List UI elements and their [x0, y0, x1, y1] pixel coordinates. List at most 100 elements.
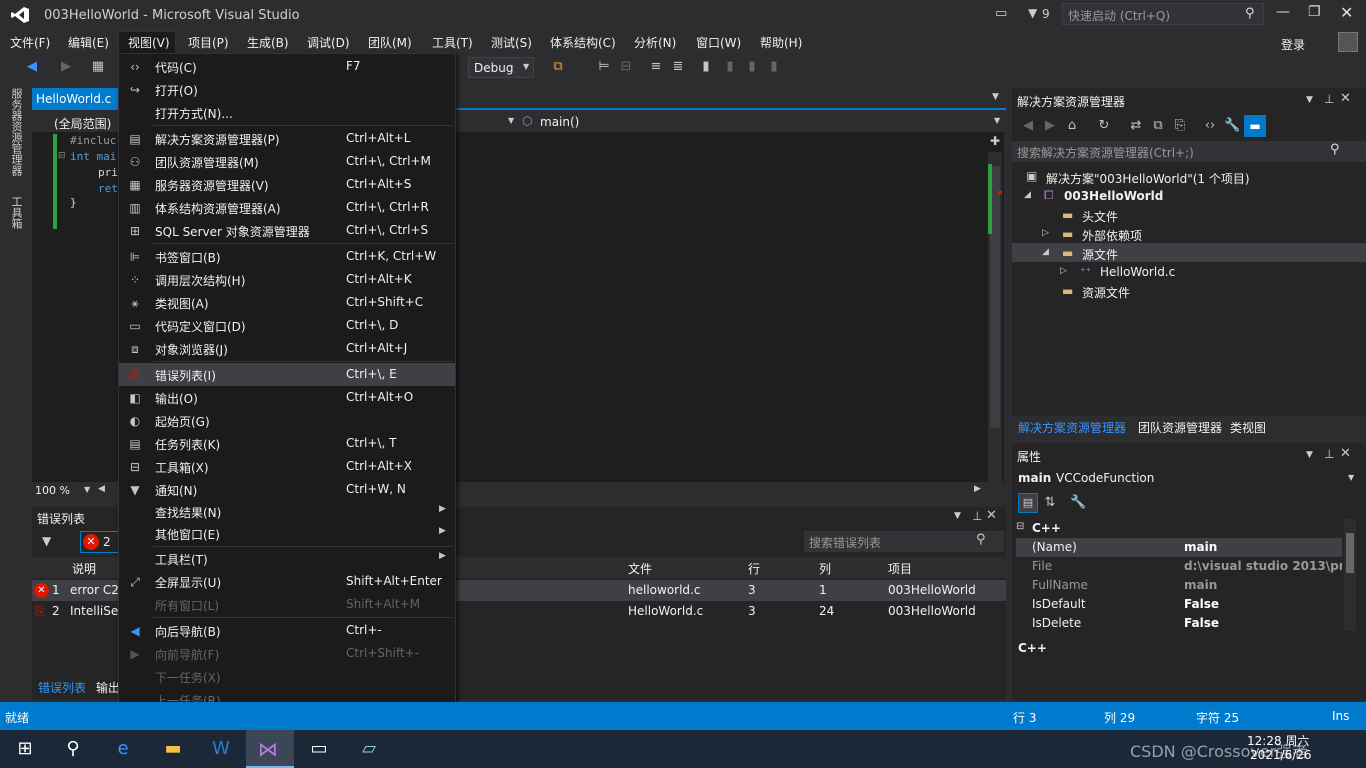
- close-panel-icon[interactable]: ✕: [1340, 91, 1351, 106]
- menu-item-open[interactable]: ↪ 打开(O): [119, 78, 455, 101]
- menu-item-sql-server[interactable]: ⊞ SQL Server 对象资源管理器 Ctrl+\, Ctrl+S: [119, 219, 455, 242]
- hscroll-right-icon[interactable]: ▶: [974, 484, 981, 494]
- forward-icon[interactable]: ▶: [1042, 118, 1058, 134]
- sync-icon[interactable]: ↻: [1096, 118, 1112, 134]
- tab-class-view[interactable]: 类视图: [1230, 419, 1266, 436]
- menu-item-notifications[interactable]: ▼ 通知(N) Ctrl+W, N: [119, 478, 455, 501]
- menu-debug[interactable]: 调试(D): [307, 34, 350, 51]
- menu-item-navigate-forward[interactable]: ▶ 向前导航(F) Ctrl+Shift+-: [119, 642, 455, 665]
- account-avatar-icon[interactable]: [1338, 32, 1358, 52]
- config-dropdown[interactable]: Debug ▼: [468, 57, 534, 78]
- menu-item-architecture-explorer[interactable]: ▥ 体系结构资源管理器(A) Ctrl+\, Ctrl+R: [119, 196, 455, 219]
- property-row[interactable]: IsDelete False: [1016, 614, 1342, 633]
- close-panel-icon[interactable]: ✕: [1340, 446, 1351, 461]
- tab-helloworld-c[interactable]: HelloWorld.c: [32, 88, 122, 110]
- clear-bookmarks-icon[interactable]: ▮: [766, 59, 782, 75]
- back-nav-icon[interactable]: ◀: [24, 59, 40, 75]
- find-in-files-icon[interactable]: ⧉: [550, 59, 566, 75]
- panel-menu-icon[interactable]: ▼: [954, 511, 961, 521]
- tree-item-resources[interactable]: 资源文件: [1082, 284, 1130, 301]
- editor-vscrollbar[interactable]: [988, 152, 1002, 482]
- notepad-icon[interactable]: ▱: [354, 734, 384, 764]
- bookmark-icon[interactable]: ▮: [698, 59, 714, 75]
- editor-split-icon[interactable]: ✚: [990, 134, 1000, 148]
- menu-item-error-list[interactable]: ⎘ 错误列表(I) Ctrl+\, E: [119, 363, 455, 386]
- terminal-icon[interactable]: ▭: [304, 734, 334, 764]
- file-explorer-icon[interactable]: ▬: [158, 734, 188, 764]
- menu-item-toolbox[interactable]: ⊟ 工具箱(X) Ctrl+Alt+X: [119, 455, 455, 478]
- server-explorer-tab[interactable]: 服务器资源管理器: [8, 88, 24, 176]
- quick-launch-input[interactable]: 快速启动 (Ctrl+Q) ⚲: [1062, 3, 1264, 25]
- alphabetical-icon[interactable]: ⇅: [1042, 495, 1058, 511]
- expand-arrow-icon[interactable]: ◢: [1024, 190, 1031, 200]
- minimize-button[interactable]: —: [1276, 4, 1290, 20]
- menu-item-object-browser[interactable]: ⧈ 对象浏览器(J) Ctrl+Alt+J: [119, 337, 455, 360]
- hscroll-left-icon[interactable]: ◀: [98, 484, 105, 494]
- step-into-icon[interactable]: ⊨: [596, 59, 612, 75]
- menu-file[interactable]: 文件(F): [10, 34, 50, 51]
- next-bookmark-icon[interactable]: ▮: [744, 59, 760, 75]
- step-over-icon[interactable]: ⊟: [618, 59, 634, 75]
- menu-item-other-windows[interactable]: 其他窗口(E) ▶: [119, 522, 455, 545]
- function-dropdown[interactable]: main(): [540, 115, 579, 129]
- expand-arrow-icon[interactable]: ▷: [1060, 266, 1067, 276]
- error-filter-button[interactable]: ✕ 2: [80, 531, 122, 553]
- menu-item-bookmark-window[interactable]: ⊫ 书签窗口(B) Ctrl+K, Ctrl+W: [119, 245, 455, 268]
- menu-item-solution-explorer[interactable]: ▤ 解决方案资源管理器(P) Ctrl+Alt+L: [119, 127, 455, 150]
- property-row[interactable]: File d:\visual studio 2013\proj: [1016, 557, 1342, 576]
- tab-solution-explorer[interactable]: 解决方案资源管理器: [1018, 419, 1126, 436]
- header-line[interactable]: 行: [748, 560, 760, 577]
- search-icon[interactable]: ⚲: [58, 734, 88, 764]
- pin-icon[interactable]: ⊥: [1324, 447, 1334, 461]
- object-selector[interactable]: main VCCodeFunction ▼: [1012, 468, 1366, 488]
- menu-item-class-view[interactable]: ⚹ 类视图(A) Ctrl+Shift+C: [119, 291, 455, 314]
- menu-architecture[interactable]: 体系结构(C): [550, 34, 616, 51]
- solution-search-input[interactable]: 搜索解决方案资源管理器(Ctrl+;) ⚲: [1012, 141, 1366, 162]
- pin-icon[interactable]: ⊥: [972, 509, 982, 523]
- properties-icon[interactable]: 🔧: [1224, 118, 1240, 134]
- back-icon[interactable]: ◀: [1020, 118, 1036, 134]
- tree-item-external[interactable]: 外部依赖项: [1082, 227, 1142, 244]
- forward-nav-icon[interactable]: ▶: [58, 59, 74, 75]
- property-row[interactable]: FullName main: [1016, 576, 1342, 595]
- scroll-thumb[interactable]: [1346, 533, 1354, 573]
- expand-arrow-icon[interactable]: ▷: [1042, 228, 1049, 238]
- menu-analyze[interactable]: 分析(N): [634, 34, 676, 51]
- tree-item-project[interactable]: 003HelloWorld: [1064, 189, 1163, 203]
- header-desc[interactable]: 说明: [72, 560, 96, 577]
- refresh-icon[interactable]: ⇄: [1128, 118, 1144, 134]
- home-icon[interactable]: ⌂: [1064, 118, 1080, 134]
- menu-item-find-results[interactable]: 查找结果(N) ▶: [119, 500, 455, 523]
- notification-flag-icon[interactable]: ▼: [1028, 6, 1037, 20]
- tab-team-explorer[interactable]: 团队资源管理器: [1138, 419, 1222, 436]
- maximize-button[interactable]: ❐: [1308, 4, 1321, 20]
- menu-item-all-windows[interactable]: 所有窗口(L) Shift+Alt+M: [119, 593, 455, 616]
- tree-item-headers[interactable]: 头文件: [1082, 208, 1118, 225]
- menu-window[interactable]: 窗口(W): [696, 34, 741, 51]
- feedback-icon[interactable]: ▭: [995, 6, 1007, 21]
- header-col[interactable]: 列: [819, 560, 831, 577]
- panel-menu-icon[interactable]: ▼: [1306, 95, 1313, 105]
- menu-build[interactable]: 生成(B): [247, 34, 289, 51]
- property-row[interactable]: (Name) main: [1016, 538, 1342, 557]
- menu-item-next-task[interactable]: 下一任务(X): [119, 665, 455, 688]
- menu-item-team-explorer[interactable]: ⚇ 团队资源管理器(M) Ctrl+\, Ctrl+M: [119, 150, 455, 173]
- menu-tools[interactable]: 工具(T): [432, 34, 473, 51]
- menu-item-server-explorer[interactable]: ▦ 服务器资源管理器(V) Ctrl+Alt+S: [119, 173, 455, 196]
- menu-item-open-with[interactable]: 打开方式(N)...: [119, 101, 455, 124]
- menu-item-navigate-back[interactable]: ◀ 向后导航(B) Ctrl+-: [119, 619, 455, 642]
- toolbox-tab[interactable]: 工具箱: [8, 196, 24, 229]
- expand-arrow-icon[interactable]: ◢: [1042, 247, 1049, 257]
- error-search-input[interactable]: 搜索错误列表 ⚲: [804, 531, 1004, 552]
- pin-icon[interactable]: ⊥: [1324, 92, 1334, 106]
- show-all-files-icon[interactable]: ⎘: [1172, 118, 1188, 134]
- categorized-icon[interactable]: ▤: [1018, 493, 1038, 513]
- zoom-level[interactable]: 100 %: [35, 484, 70, 497]
- menu-team[interactable]: 团队(M): [368, 34, 412, 51]
- collapse-icon[interactable]: ⊟: [58, 151, 66, 161]
- edge-browser-icon[interactable]: e: [108, 734, 138, 764]
- menu-item-toolbars[interactable]: 工具栏(T) ▶: [119, 547, 455, 570]
- menu-edit[interactable]: 编辑(E): [68, 34, 109, 51]
- menu-project[interactable]: 项目(P): [188, 34, 229, 51]
- property-pages-icon[interactable]: 🔧: [1070, 495, 1086, 511]
